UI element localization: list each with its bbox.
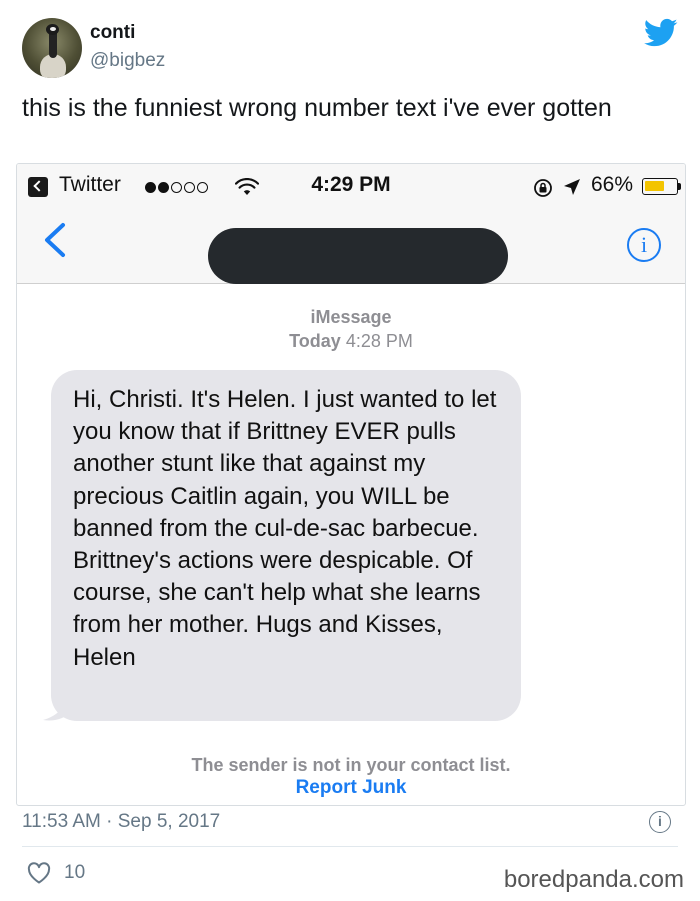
- battery-tip: [678, 183, 681, 190]
- unknown-sender-notice: The sender is not in your contact list.: [191, 755, 511, 775]
- service-label: iMessage: [310, 307, 392, 327]
- author-handle[interactable]: @bigbez: [90, 50, 165, 72]
- like-count: 10: [64, 862, 86, 883]
- site-watermark: boredpanda.com: [503, 866, 684, 893]
- battery-percentage: 66%: [591, 173, 634, 196]
- conversation-timestamp: Today 4:28 PM: [17, 331, 685, 352]
- conversation-time: 4:28 PM: [345, 331, 413, 351]
- redacted-contact-name: [208, 228, 508, 284]
- author-avatar[interactable]: [22, 18, 82, 78]
- author-display-name[interactable]: conti: [90, 22, 135, 44]
- conversation-day: Today: [289, 331, 341, 351]
- status-clock: 4:29 PM: [311, 173, 391, 196]
- avatar-goose-cheek: [50, 27, 56, 31]
- contact-info-icon[interactable]: i: [627, 228, 661, 262]
- heart-icon[interactable]: [27, 862, 51, 884]
- tweet-timestamp[interactable]: 11:53 AM · Sep 5, 2017: [22, 811, 220, 833]
- tweet-info-icon[interactable]: i: [649, 811, 671, 833]
- location-arrow-icon: [564, 179, 580, 195]
- battery-level-fill: [645, 181, 665, 191]
- incoming-message-bubble[interactable]: Hi, Christi. It's Helen. I just wanted t…: [51, 370, 521, 721]
- back-chevron-icon[interactable]: [41, 222, 67, 258]
- rotation-lock-icon: [534, 179, 552, 197]
- attached-screenshot[interactable]: Twitter 4:29 PM 66% i iMessage Today 4:2…: [16, 163, 686, 806]
- battery-icon: [642, 178, 678, 195]
- report-junk-link[interactable]: Report Junk: [17, 777, 685, 799]
- ios-status-bar: Twitter 4:29 PM 66%: [17, 164, 685, 208]
- tweet-text: this is the funniest wrong number text i…: [22, 94, 612, 122]
- footer-divider: [22, 846, 678, 847]
- twitter-bird-icon[interactable]: [644, 18, 678, 48]
